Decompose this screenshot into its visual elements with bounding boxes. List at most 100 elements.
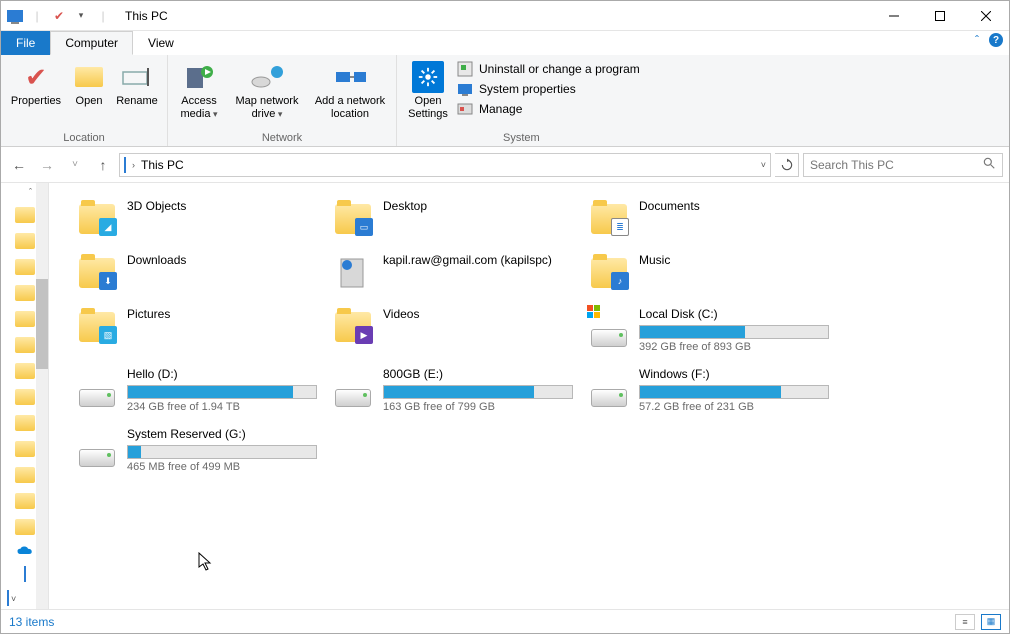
folder-name: Music: [639, 253, 839, 267]
content-pane[interactable]: ◢ 3D Objects ▭Desktop≣Documents ⬇Downloadsk…: [49, 183, 1009, 609]
tree-folder-icon[interactable]: [15, 233, 35, 249]
tree-folder-icon[interactable]: [15, 259, 35, 275]
folder-icon: ◢: [77, 199, 117, 239]
drive-item[interactable]: Windows (F:)57.2 GB free of 231 GB: [589, 363, 845, 423]
onedrive-icon[interactable]: [16, 545, 34, 557]
folder-name: Downloads: [127, 253, 327, 267]
network-tree-icon[interactable]: ˅: [7, 591, 16, 605]
maximize-button[interactable]: [917, 1, 963, 31]
map-drive-icon: [251, 61, 283, 93]
tree-scrollbar[interactable]: [36, 183, 48, 609]
drive-free-text: 392 GB free of 893 GB: [639, 341, 839, 353]
open-icon: [73, 61, 105, 93]
drive-name: System Reserved (G:): [127, 427, 327, 441]
this-pc-tree-icon[interactable]: [24, 567, 26, 581]
forward-button[interactable]: →: [35, 153, 59, 177]
breadcrumb[interactable]: This PC: [141, 158, 184, 172]
manage-button[interactable]: Manage: [457, 101, 640, 117]
system-properties-label: System properties: [479, 82, 576, 96]
tab-view[interactable]: View: [133, 31, 189, 55]
drive-icon: [333, 367, 373, 407]
drive-name: 800GB (E:): [383, 367, 583, 381]
open-button[interactable]: Open: [69, 57, 109, 108]
app-icon: [7, 8, 23, 24]
access-media-button[interactable]: Access media ▾: [174, 57, 224, 121]
tree-folder-icon[interactable]: [15, 337, 35, 353]
properties-button[interactable]: ✔ Properties: [7, 57, 65, 108]
drive-item[interactable]: Local Disk (C:) 392 GB free of 893 GB: [589, 303, 845, 363]
close-button[interactable]: [963, 1, 1009, 31]
back-button[interactable]: ←: [7, 153, 31, 177]
tree-folder-icon[interactable]: [15, 363, 35, 379]
refresh-button[interactable]: [775, 153, 799, 177]
search-box[interactable]: Search This PC: [803, 153, 1003, 177]
tree-folder-icon[interactable]: [15, 311, 35, 327]
open-settings-label: Open Settings: [403, 95, 453, 121]
qat-sep2: |: [95, 8, 111, 24]
address-pc-icon: [124, 158, 126, 172]
rename-icon: [121, 61, 153, 93]
drive-item[interactable]: System Reserved (G:)465 MB free of 499 M…: [77, 423, 333, 483]
tree-folder-icon[interactable]: [15, 285, 35, 301]
folder-item[interactable]: ▭Desktop: [333, 195, 589, 249]
properties-qat-icon[interactable]: ✔: [51, 8, 67, 24]
drive-item[interactable]: 800GB (E:)163 GB free of 799 GB: [333, 363, 589, 423]
address-dropdown-icon[interactable]: ˅: [761, 160, 766, 170]
tree-scroll-thumb[interactable]: [36, 279, 48, 369]
system-properties-button[interactable]: System properties: [457, 81, 640, 97]
tree-folder-icon[interactable]: [15, 519, 35, 535]
drives-section: Hello (D:)234 GB free of 1.94 TB800GB (E…: [77, 363, 1001, 483]
collapse-ribbon-icon[interactable]: ˆ: [975, 33, 979, 47]
folder-item[interactable]: ▧ Pictures: [77, 303, 333, 363]
minimize-button[interactable]: [871, 1, 917, 31]
folder-item[interactable]: ≣Documents: [589, 195, 845, 249]
group-location-label: Location: [63, 130, 105, 146]
folder-item[interactable]: ⬇Downloads: [77, 249, 333, 303]
rename-button[interactable]: Rename: [113, 57, 161, 108]
map-drive-button[interactable]: Map network drive ▾: [228, 57, 306, 121]
folders-section: ◢ 3D Objects ▭Desktop≣Documents ⬇Downloadsk…: [77, 195, 1001, 363]
details-view-button[interactable]: ≡: [955, 614, 975, 630]
tree-folder-icon[interactable]: [15, 207, 35, 223]
tiles-view-button[interactable]: ▦: [981, 614, 1001, 630]
folder-item[interactable]: ▶Videos: [333, 303, 589, 363]
tree-folder-icon[interactable]: [15, 493, 35, 509]
chevron-right-icon[interactable]: ›: [132, 160, 135, 170]
drive-icon: [77, 427, 117, 467]
folder-item[interactable]: ♪Music: [589, 249, 845, 303]
folder-icon: ≣: [589, 199, 629, 239]
tree-folder-icon[interactable]: [15, 467, 35, 483]
tree-folder-icon[interactable]: [15, 389, 35, 405]
drive-item[interactable]: Hello (D:)234 GB free of 1.94 TB: [77, 363, 333, 423]
drive-name: Local Disk (C:): [639, 307, 839, 321]
add-location-button[interactable]: Add a network location: [310, 57, 390, 121]
folder-name: Pictures: [127, 307, 327, 321]
quick-access-toolbar: | ✔ ▾ |: [1, 8, 117, 24]
recent-locations-button[interactable]: ˅: [63, 153, 87, 177]
folder-icon: ▧: [77, 307, 117, 347]
qat-sep: |: [29, 8, 45, 24]
tab-computer[interactable]: Computer: [50, 31, 133, 55]
uninstall-icon: [457, 61, 473, 77]
address-bar[interactable]: › This PC ˅: [119, 153, 771, 177]
uninstall-button[interactable]: Uninstall or change a program: [457, 61, 640, 77]
uninstall-label: Uninstall or change a program: [479, 62, 640, 76]
window-controls: [871, 1, 1009, 31]
tree-folder-icon[interactable]: [15, 415, 35, 431]
folder-name: 3D Objects: [127, 199, 327, 213]
help-icon[interactable]: ?: [989, 33, 1003, 47]
folder-item[interactable]: ◢ 3D Objects: [77, 195, 333, 249]
open-settings-button[interactable]: Open Settings: [403, 57, 453, 121]
tree-folder-icon[interactable]: [15, 441, 35, 457]
window-title: This PC: [125, 9, 168, 23]
up-button[interactable]: ↑: [91, 153, 115, 177]
rename-label: Rename: [116, 95, 158, 108]
navigation-pane[interactable]: ˆ ˅: [1, 183, 49, 609]
tab-file[interactable]: File: [1, 31, 50, 55]
map-drive-label: Map network drive ▾: [228, 95, 306, 121]
drive-usage-bar: [639, 325, 829, 339]
qat-dropdown-icon[interactable]: ▾: [73, 8, 89, 24]
titlebar: | ✔ ▾ | This PC: [1, 1, 1009, 31]
tree-collapse-icon[interactable]: ˆ: [29, 187, 32, 197]
folder-item[interactable]: kapil.raw@gmail.com (kapilspc): [333, 249, 589, 303]
